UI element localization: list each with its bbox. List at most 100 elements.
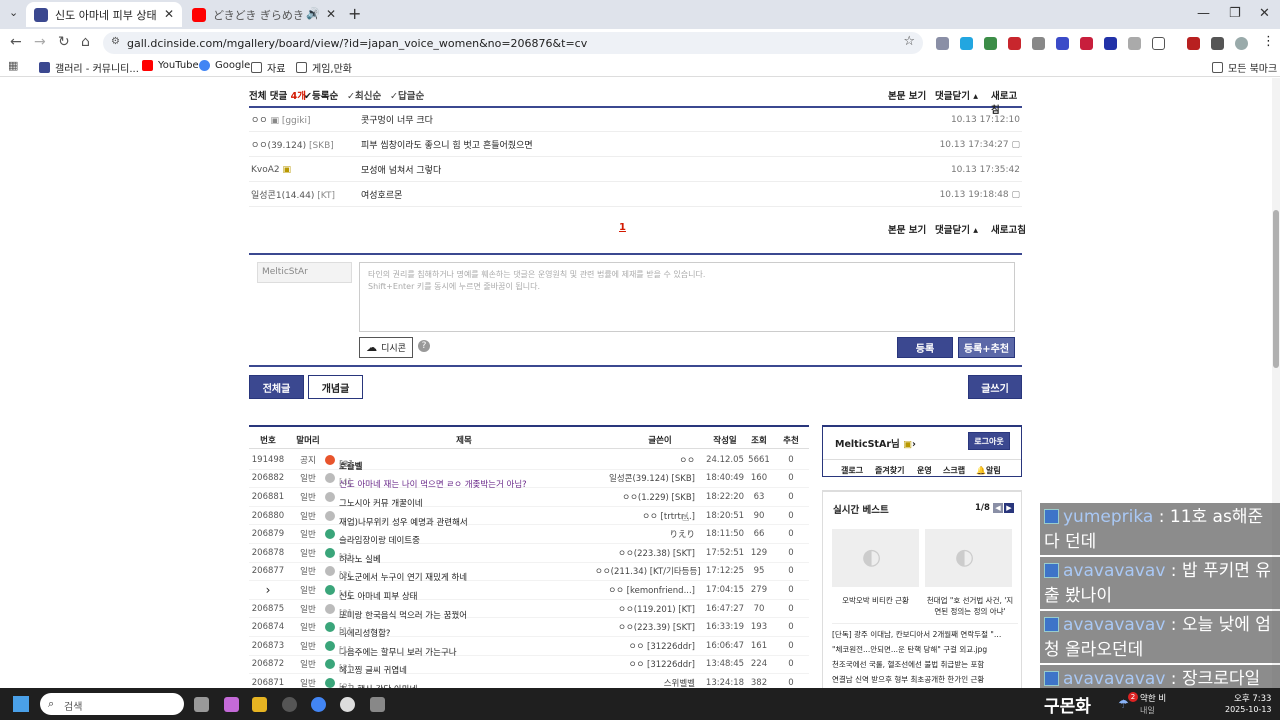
bookmark-folder-data[interactable]: 자료 — [251, 60, 285, 75]
reply-count[interactable]: [2] — [339, 664, 351, 674]
comment-author[interactable]: ㅇㅇ — [251, 116, 268, 126]
comment-author[interactable]: ㅇㅇ(39.124) — [251, 141, 306, 151]
post-row[interactable]: 206877 일반 야노군에서 누구이 연기 재밌게 하네 [2] ㅇㅇ(211.34… — [249, 563, 809, 583]
post-row[interactable]: 206879 일반 슬라임장이랑 데이트중 りえり 18:11:50 66 0 — [249, 525, 809, 546]
close-comments-button[interactable]: 댓글닫기 ▴ — [935, 88, 978, 102]
post-row[interactable]: 206881 일반 그노시아 커뮤 개꿀이네 ㅇㅇ(1.229) [SKB] 18:2… — [249, 488, 809, 509]
post-row[interactable]: 206872 일반 헤고찡 글씨 귀엽네 [2] ㅇㅇ [31226ddr] 13:48… — [249, 656, 809, 676]
delete-icon[interactable]: ▢ — [1011, 190, 1020, 200]
reply-count[interactable]: [2] — [339, 571, 351, 581]
write-post-button[interactable]: 글쓰기 — [968, 375, 1022, 399]
url-field[interactable]: ⚙ gall.dcinside.com/mgallery/board/view/… — [103, 32, 923, 54]
alarm-link[interactable]: 🔔알림 — [976, 465, 1001, 476]
gallog-link[interactable]: 갤로그 — [841, 465, 863, 476]
bookmark-youtube[interactable]: YouTube — [142, 60, 199, 71]
tab-search-icon[interactable]: ⌄ — [9, 6, 18, 19]
favorites-link[interactable]: 즐겨찾기 — [875, 465, 904, 476]
clock-date[interactable]: 2025-10-13 — [1225, 705, 1272, 714]
post-writer[interactable]: ㅇㅇ(223.38) [SKT] — [595, 547, 695, 559]
post-writer[interactable]: ㅇㅇ [31226ddr] — [595, 640, 695, 652]
puzzle-icon[interactable] — [1152, 37, 1165, 50]
tab-dcinside[interactable]: 신도 아마네 피부 상태 - 일본 ✕ — [26, 2, 182, 27]
extension-icon[interactable] — [1056, 37, 1069, 50]
tab-youtube[interactable]: どきどき ぎらめき パズリ 🔊 ✕ — [184, 2, 344, 27]
extension-icon[interactable] — [960, 37, 973, 50]
back-icon[interactable]: ← — [10, 34, 22, 50]
forward-icon[interactable]: → — [34, 34, 46, 50]
comment-author[interactable]: KvoA2 — [251, 165, 280, 175]
chrome-icon[interactable] — [311, 697, 326, 712]
post-writer[interactable]: ㅇㅇ(1.229) [SKB] — [595, 491, 695, 503]
best-news-item[interactable]: "체코원전...안되면...운 탄핵 당해" 구걸 외교.jpg — [832, 642, 1018, 657]
post-writer[interactable]: 스위벨벨 — [595, 677, 695, 688]
best-news-item[interactable]: 천조국에선 국룰, 헬조선에선 불법 취급받는 포함 — [832, 657, 1018, 672]
media-icon[interactable] — [1211, 37, 1224, 50]
app-icon[interactable] — [282, 697, 297, 712]
post-row[interactable]: 191498 공지 호출벨 [2] ㅇㅇ 24.12.05 5661 0 — [249, 451, 809, 472]
sort-replies[interactable]: ✓답글순 — [390, 88, 424, 102]
windows-start-icon[interactable] — [13, 696, 29, 712]
comment-author[interactable]: 일성콘1(14.44) — [251, 191, 314, 201]
post-row[interactable]: 206880 일반 재업)나무위키 성우 예명과 관련해서 ㅇㅇ [trtrtr..… — [249, 507, 809, 528]
best-caption[interactable]: 천대업 "호 선거법 사건, '지연된 정의는 정의 아냐' — [925, 595, 1015, 617]
reply-count[interactable]: [2] — [339, 609, 351, 619]
bookmark-google[interactable]: Google — [199, 60, 250, 71]
all-bookmarks[interactable]: 모든 북마크 — [1212, 60, 1277, 75]
extension-icon[interactable] — [1128, 37, 1141, 50]
close-tab-icon[interactable]: ✕ — [326, 7, 336, 21]
reply-count[interactable]: [1] — [339, 627, 351, 637]
scrollbar-thumb[interactable] — [1273, 210, 1279, 368]
close-window-icon[interactable]: ✕ — [1259, 6, 1270, 21]
comment-name-field[interactable]: MelticStAr — [257, 262, 352, 283]
next-icon[interactable]: ▶ — [1004, 503, 1014, 513]
taskbar-search[interactable]: ⌕ 검색 — [40, 693, 184, 715]
post-writer[interactable]: 일성콘(39.124) [SKB] — [595, 472, 695, 484]
extension-icon[interactable] — [1104, 37, 1117, 50]
profile-avatar[interactable] — [1235, 37, 1248, 50]
extension-icon[interactable] — [1080, 37, 1093, 50]
reply-count[interactable]: [4] — [339, 590, 351, 600]
post-row[interactable]: › 일반 신도 아마네 피부 상태 [4] ㅇㅇ [kemonfriend...] 17… — [249, 581, 809, 602]
view-post-button[interactable]: 본문 보기 — [888, 88, 926, 102]
extension-icon[interactable] — [984, 37, 997, 50]
bookmark-folder-games[interactable]: 게임,만화 — [296, 60, 352, 75]
tab-concept-posts[interactable]: 개념글 — [308, 375, 363, 399]
post-writer[interactable]: ㅇㅇ — [595, 454, 695, 466]
comment-page-1[interactable]: 1 — [619, 222, 626, 233]
minimize-icon[interactable]: — — [1197, 6, 1210, 21]
reply-count[interactable]: [2] — [339, 460, 353, 470]
clock-time[interactable]: 오후 7:33 — [1234, 692, 1271, 704]
delete-icon[interactable]: ▢ — [1011, 140, 1020, 150]
reply-count[interactable]: [1] — [339, 646, 351, 656]
maximize-icon[interactable]: ❐ — [1229, 6, 1241, 21]
sort-latest[interactable]: ✓최신순 — [347, 88, 381, 102]
post-row[interactable]: 206875 일반 또미랑 한국음식 먹으러 가는 꿈꿨어 [2] ㅇㅇ(119.20… — [249, 600, 809, 621]
new-tab-button[interactable]: + — [348, 4, 361, 23]
app-icon[interactable] — [370, 697, 385, 712]
reply-count[interactable]: [3] — [339, 553, 351, 563]
extension-icon[interactable] — [936, 37, 949, 50]
best-thumbnail[interactable]: ◐ — [832, 529, 919, 587]
post-row[interactable]: 206871일반추구 행사 각단 아마네 [2]스위벨벨13:24:183820 — [249, 674, 809, 688]
bookmark-star-icon[interactable]: ☆ — [903, 34, 915, 49]
home-icon[interactable]: ⌂ — [81, 34, 90, 50]
post-row[interactable]: 206882 일반 신도 아마네 재는 나이 먹으면 ㄹㅇ 개좆박는거 아님? [4… — [249, 470, 809, 490]
manage-link[interactable]: 운영 — [917, 465, 932, 476]
best-news-item[interactable]: [단독] 광주 이대남, 칸보디아서 2개월째 연락두절 "… — [832, 627, 1018, 642]
logout-button[interactable]: 로그아웃 — [968, 432, 1010, 450]
comment-textarea[interactable]: 타인의 권리를 침해하거나 명예를 훼손하는 댓글은 운영원칙 및 관련 법률에… — [359, 262, 1015, 332]
submit-comment-button[interactable]: 등록 — [897, 337, 953, 358]
extension-icon[interactable] — [1008, 37, 1021, 50]
speaker-icon[interactable]: 🔊 — [306, 7, 320, 20]
close-comments-button[interactable]: 댓글닫기 ▴ — [935, 222, 978, 236]
weather-icon[interactable]: ☂ — [1118, 697, 1129, 711]
close-tab-icon[interactable]: ✕ — [164, 7, 174, 21]
apps-icon[interactable]: ▦ — [8, 59, 18, 72]
menu-icon[interactable]: ⋮ — [1262, 34, 1275, 49]
post-row[interactable]: 206873 일반 다음주에는 할무니 보러 가는구나 [1] ㅇㅇ [31226dd… — [249, 637, 809, 658]
post-writer[interactable]: ㅇㅇ(119.201) [KT] — [595, 603, 695, 615]
post-writer[interactable]: ㅇㅇ [trtrtr...] — [595, 510, 695, 522]
sort-registered[interactable]: ✔등록순 — [304, 88, 338, 102]
post-writer[interactable]: ㅇㅇ [31226ddr] — [595, 658, 695, 670]
best-thumbnail[interactable]: ◐ — [925, 529, 1012, 587]
